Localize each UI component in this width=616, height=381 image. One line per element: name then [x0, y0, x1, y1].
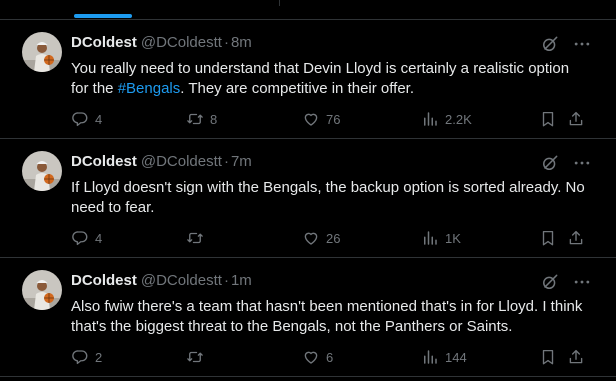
tweet-text-part: . They are competitive in their offer. [180, 80, 414, 97]
views-chart-icon [421, 348, 439, 366]
share-icon [567, 348, 585, 366]
share-button[interactable] [567, 347, 585, 367]
like-button[interactable]: 26 [302, 228, 340, 248]
author-name[interactable]: DColdest [71, 153, 137, 170]
repost-button[interactable] [186, 347, 210, 367]
share-button[interactable] [567, 109, 585, 129]
reply-count: 4 [95, 230, 103, 246]
reply-icon [71, 348, 89, 366]
tweet-2[interactable]: DColdest @DColdestt · 7m If Lloyd doesn't s… [0, 139, 616, 258]
tweet-header: DColdest @DColdestt · 7m [71, 153, 546, 171]
author-handle[interactable]: @DColdestt [141, 272, 222, 289]
like-count: 76 [326, 111, 341, 127]
separator-dot: · [223, 34, 229, 51]
tweet-text: If Lloyd doesn't sign with the Bengals, … [71, 178, 586, 218]
grok-icon [540, 34, 560, 54]
views-chart-icon [421, 110, 439, 128]
more-dots-icon [572, 272, 592, 292]
tweet-header: DColdest @DColdestt · 8m [71, 34, 546, 52]
views-count: 144 [445, 349, 467, 365]
reply-button[interactable]: 2 [71, 347, 102, 367]
separator-dot: · [223, 272, 229, 289]
grok-button[interactable] [540, 272, 560, 292]
repost-button[interactable] [186, 228, 210, 248]
author-handle[interactable]: @DColdestt [141, 34, 222, 51]
tweet-timestamp[interactable]: 7m [231, 153, 252, 170]
more-button[interactable] [572, 272, 592, 292]
tweet-text-part: If Lloyd doesn't sign with the Bengals, … [71, 179, 585, 216]
author-handle[interactable]: @DColdestt [141, 153, 222, 170]
repost-count: 8 [210, 111, 218, 127]
views-count: 2.2K [445, 111, 472, 127]
repost-icon [186, 110, 204, 128]
bookmark-button[interactable] [539, 347, 557, 367]
bookmark-button[interactable] [539, 109, 557, 129]
separator-dot: · [223, 153, 229, 170]
avatar[interactable] [22, 32, 62, 72]
share-icon [567, 229, 585, 247]
grok-icon [540, 153, 560, 173]
share-button[interactable] [567, 228, 585, 248]
grok-button[interactable] [540, 34, 560, 54]
tweet-actions: 2 6 144 [71, 347, 596, 367]
avatar[interactable] [22, 270, 62, 310]
reply-count: 4 [95, 111, 103, 127]
tweet-1[interactable]: DColdest @DColdestt · 8m You really need to… [0, 20, 616, 139]
reply-button[interactable]: 4 [71, 228, 102, 248]
tweet-3[interactable]: DColdest @DColdestt · 1m Also fwiw there's … [0, 258, 616, 377]
tweet-header: DColdest @DColdestt · 1m [71, 272, 546, 290]
heart-icon [302, 229, 320, 247]
grok-button[interactable] [540, 153, 560, 173]
share-icon [567, 110, 585, 128]
avatar[interactable] [22, 151, 62, 191]
like-button[interactable]: 76 [302, 109, 340, 129]
tweet-timestamp[interactable]: 8m [231, 34, 252, 51]
tab-indicator [74, 14, 132, 18]
repost-icon [186, 229, 204, 247]
views-button[interactable]: 144 [421, 347, 467, 367]
bookmark-icon [539, 348, 557, 366]
tweet-text-part: Also fwiw there's a team that hasn't bee… [71, 298, 583, 335]
more-dots-icon [572, 34, 592, 54]
repost-button[interactable]: 8 [186, 109, 217, 129]
more-button[interactable] [572, 34, 592, 54]
tweet-text: You really need to understand that Devin… [71, 59, 586, 99]
previous-tweet-edge [0, 0, 616, 20]
more-button[interactable] [572, 153, 592, 173]
tweet-timestamp[interactable]: 1m [231, 272, 252, 289]
author-name[interactable]: DColdest [71, 272, 137, 289]
like-button[interactable]: 6 [302, 347, 333, 367]
repost-icon [186, 348, 204, 366]
like-count: 26 [326, 230, 341, 246]
views-button[interactable]: 2.2K [421, 109, 472, 129]
top-divider [279, 0, 280, 6]
hashtag-link[interactable]: #Bengals [118, 80, 181, 97]
author-name[interactable]: DColdest [71, 34, 137, 51]
reply-count: 2 [95, 349, 103, 365]
heart-icon [302, 348, 320, 366]
tweet-text: Also fwiw there's a team that hasn't bee… [71, 297, 586, 337]
heart-icon [302, 110, 320, 128]
bookmark-icon [539, 110, 557, 128]
more-dots-icon [572, 153, 592, 173]
bookmark-button[interactable] [539, 228, 557, 248]
tweet-actions: 4 8 76 2.2K [71, 109, 596, 129]
views-count: 1K [445, 230, 461, 246]
reply-icon [71, 229, 89, 247]
tweet-actions: 4 26 1K [71, 228, 596, 248]
views-button[interactable]: 1K [421, 228, 461, 248]
views-chart-icon [421, 229, 439, 247]
bookmark-icon [539, 229, 557, 247]
reply-button[interactable]: 4 [71, 109, 102, 129]
like-count: 6 [326, 349, 334, 365]
reply-icon [71, 110, 89, 128]
grok-icon [540, 272, 560, 292]
